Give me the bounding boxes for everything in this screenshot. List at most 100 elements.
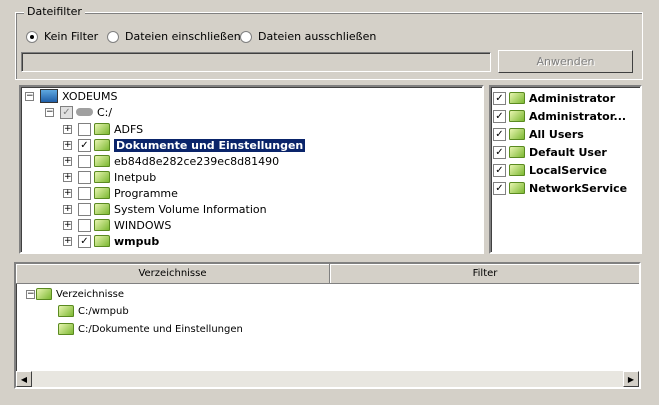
folder-icon (509, 182, 525, 194)
folder-icon (94, 171, 110, 183)
subfolder-label: Administrator... (529, 109, 627, 123)
checkbox[interactable] (78, 122, 91, 136)
folder-icon (36, 288, 52, 300)
list-root[interactable]: − Verzeichnisse (26, 286, 124, 302)
horizontal-scrollbar[interactable]: ◀ ▶ (16, 371, 639, 387)
column-header-filter[interactable]: Filter (330, 264, 639, 284)
checkbox[interactable]: ✓ (493, 127, 506, 141)
tree-node-label: Dokumente und Einstellungen (114, 138, 306, 152)
checkbox[interactable]: ✓ (493, 91, 506, 105)
radio-icon[interactable] (26, 30, 38, 43)
expand-icon[interactable]: + (63, 236, 72, 246)
folder-icon (94, 155, 110, 167)
file-filter-title: Dateifilter (24, 5, 85, 18)
radio-icon[interactable] (240, 30, 252, 43)
subfolder-item[interactable]: ✓ NetworkService (493, 180, 627, 196)
tree-node-label: wmpub (114, 234, 160, 248)
collapse-icon[interactable]: − (45, 107, 54, 117)
checkbox[interactable] (78, 186, 91, 200)
radio-label: Kein Filter (44, 30, 99, 43)
folder-icon (509, 164, 525, 176)
radio-exclude-files[interactable]: Dateien ausschließen (240, 30, 376, 43)
checkbox[interactable]: ✓ (78, 138, 91, 152)
tree-node-folder[interactable]: + eb84d8e282ce239ec8d81490 (63, 153, 279, 169)
subfolder-list[interactable]: ✓ Administrator ✓ Administrator... ✓ All… (489, 85, 642, 254)
tree-node-label: Inetpub (114, 170, 157, 184)
folder-icon (94, 235, 110, 247)
subfolder-label: Default User (529, 145, 607, 159)
checkbox[interactable] (78, 154, 91, 168)
list-item-label: C:/Dokumente und Einstellungen (78, 323, 243, 335)
expand-icon[interactable]: + (63, 172, 72, 182)
tree-node-folder[interactable]: + ✓ Dokumente und Einstellungen (63, 137, 306, 153)
directory-tree[interactable]: − XODEUMS − ✓ C:/ + ADFS + ✓ Dokumente u… (19, 85, 484, 254)
checkbox[interactable]: ✓ (493, 109, 506, 123)
collapse-icon[interactable]: − (26, 289, 35, 299)
checkbox[interactable] (78, 170, 91, 184)
tree-node-label: C:/ (97, 105, 113, 119)
subfolder-item[interactable]: ✓ Default User (493, 144, 607, 160)
expand-icon[interactable]: + (63, 220, 72, 230)
folder-icon (94, 203, 110, 215)
folder-icon (94, 139, 110, 151)
subfolder-label: LocalService (529, 163, 608, 177)
radio-no-filter[interactable]: Kein Filter (26, 30, 98, 43)
tree-node-folder[interactable]: + Inetpub (63, 169, 156, 185)
tree-node-folder[interactable]: + Programme (63, 185, 178, 201)
scroll-right-icon[interactable]: ▶ (623, 371, 639, 387)
tree-node-label: System Volume Information (114, 202, 267, 216)
checkbox[interactable] (78, 218, 91, 232)
folder-icon (58, 305, 74, 317)
scroll-left-icon[interactable]: ◀ (16, 371, 32, 387)
folder-icon (509, 128, 525, 140)
subfolder-label: NetworkService (529, 181, 628, 195)
collapse-icon[interactable]: − (25, 91, 34, 101)
column-header-directories[interactable]: Verzeichnisse (16, 264, 330, 284)
checkbox[interactable] (78, 202, 91, 216)
subfolder-item[interactable]: ✓ Administrator... (493, 108, 626, 124)
expand-icon[interactable]: + (63, 204, 72, 214)
radio-label: Dateien einschließen (125, 30, 241, 43)
radio-include-files[interactable]: Dateien einschließen (107, 30, 241, 43)
subfolder-label: Administrator (529, 91, 616, 105)
folder-icon (94, 123, 110, 135)
tree-node-label: XODEUMS (62, 89, 118, 103)
tree-node-label: WINDOWS (114, 218, 172, 232)
tree-node-drive[interactable]: − ✓ C:/ (45, 104, 112, 120)
subfolder-label: All Users (529, 127, 584, 141)
radio-icon[interactable] (107, 30, 119, 43)
directory-filter-list[interactable]: Verzeichnisse Filter − Verzeichnisse ◀ ▶… (14, 262, 641, 389)
list-item[interactable]: C:/wmpub (58, 303, 129, 319)
checkbox[interactable]: ✓ (493, 145, 506, 159)
checkbox[interactable]: ✓ (493, 181, 506, 195)
filter-pattern-input[interactable] (21, 52, 491, 72)
tree-node-computer[interactable]: − XODEUMS (25, 88, 117, 104)
list-root-label: Verzeichnisse (56, 288, 125, 300)
subfolder-item[interactable]: ✓ Administrator (493, 90, 615, 106)
checkbox[interactable]: ✓ (60, 105, 73, 119)
tree-node-folder[interactable]: + WINDOWS (63, 217, 171, 233)
subfolder-item[interactable]: ✓ LocalService (493, 162, 607, 178)
folder-icon (509, 146, 525, 158)
expand-icon[interactable]: + (63, 140, 72, 150)
checkbox[interactable]: ✓ (78, 234, 91, 248)
subfolder-item[interactable]: ✓ All Users (493, 126, 584, 142)
expand-icon[interactable]: + (63, 124, 72, 134)
computer-icon (40, 89, 58, 103)
expand-icon[interactable]: + (63, 188, 72, 198)
expand-icon[interactable]: + (63, 156, 72, 166)
radio-label: Dateien ausschließen (258, 30, 377, 43)
apply-button[interactable]: Anwenden (498, 50, 633, 73)
checkbox[interactable]: ✓ (493, 163, 506, 177)
tree-node-label: eb84d8e282ce239ec8d81490 (114, 154, 280, 168)
list-item[interactable]: C:/Dokumente und Einstellungen (58, 321, 243, 337)
folder-icon (94, 219, 110, 231)
list-item-label: C:/wmpub (78, 305, 129, 317)
tree-node-folder[interactable]: + System Volume Information (63, 201, 267, 217)
tree-node-label: ADFS (114, 122, 144, 136)
tree-node-folder[interactable]: + ADFS (63, 121, 143, 137)
folder-icon (509, 110, 525, 122)
tree-node-label: Programme (114, 186, 178, 200)
tree-node-folder[interactable]: + ✓ wmpub (63, 233, 159, 249)
drive-icon (76, 108, 93, 116)
